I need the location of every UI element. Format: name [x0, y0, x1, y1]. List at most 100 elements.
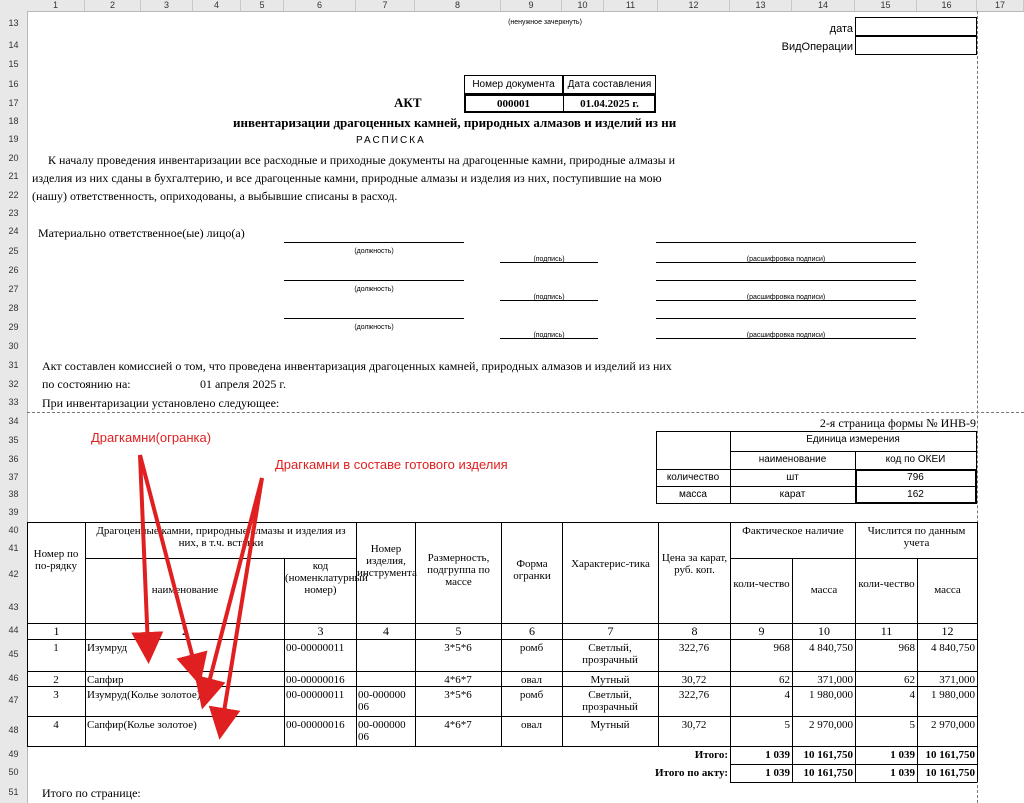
table-cell-name[interactable]: Изумруд: [87, 642, 282, 671]
table-cell-char[interactable]: Светлый, прозрачный: [564, 642, 656, 671]
act-total-label[interactable]: Итого по акту:: [560, 767, 728, 780]
column-header-cell[interactable]: 15: [855, 0, 917, 11]
col-header-name[interactable]: наименование: [86, 584, 284, 598]
column-header-cell[interactable]: 5: [241, 0, 284, 11]
row-header-cell[interactable]: 44: [0, 625, 27, 635]
row-header-cell[interactable]: 40: [0, 525, 27, 535]
row-header-cell[interactable]: 35: [0, 435, 27, 445]
table-cell-size[interactable]: 3*5*6: [417, 642, 499, 671]
row-header-cell[interactable]: 26: [0, 265, 27, 275]
col-number[interactable]: 12: [918, 625, 977, 638]
table-cell-bm[interactable]: 4 840,750: [919, 642, 975, 671]
row-header-cell[interactable]: 20: [0, 153, 27, 163]
row-header-cell[interactable]: 39: [0, 507, 27, 517]
row-header-cell[interactable]: 29: [0, 322, 27, 332]
table-cell-size[interactable]: 4*6*7: [417, 719, 499, 746]
unit-code-header[interactable]: код по ОКЕИ: [855, 454, 976, 468]
act-total-aq[interactable]: 1 039: [732, 767, 790, 780]
row-header-cell[interactable]: 22: [0, 190, 27, 200]
table-cell-size[interactable]: 4*6*7: [417, 674, 499, 686]
col-number[interactable]: 6: [502, 625, 562, 638]
table-cell-cut[interactable]: овал: [503, 719, 560, 746]
table-cell-code[interactable]: 00-00000011: [286, 689, 354, 716]
doc-date[interactable]: 01.04.2025 г.: [563, 97, 656, 111]
col-header-size[interactable]: Размерность, подгруппа по массе: [416, 552, 501, 598]
row-header-cell[interactable]: 48: [0, 725, 27, 735]
column-header-cell[interactable]: 3: [141, 0, 193, 11]
table-cell-aq[interactable]: 62: [732, 674, 790, 686]
table-cell-price[interactable]: 322,76: [660, 689, 728, 716]
table-cell-am[interactable]: 371,000: [794, 674, 853, 686]
row-header-cell[interactable]: 41: [0, 543, 27, 553]
column-header-cell[interactable]: 10: [562, 0, 604, 11]
col-header-book[interactable]: Числится по данным учета: [856, 525, 977, 555]
table-cell-bq[interactable]: 968: [857, 642, 916, 671]
doc-number[interactable]: 000001: [464, 97, 563, 111]
table-cell-item[interactable]: 00-000000 06: [358, 719, 413, 746]
row-header-cell[interactable]: 19: [0, 134, 27, 144]
table-cell-char[interactable]: Светлый, прозрачный: [564, 689, 656, 716]
table-cell-item[interactable]: [358, 642, 413, 671]
col-number[interactable]: 1: [28, 625, 85, 638]
table-cell-bm[interactable]: 371,000: [919, 674, 975, 686]
row-header-cell[interactable]: 32: [0, 379, 27, 389]
row-header-cell[interactable]: 30: [0, 341, 27, 351]
col-header-price[interactable]: Цена за карат, руб. коп.: [659, 552, 730, 598]
row-header-cell[interactable]: 31: [0, 360, 27, 370]
total-aq[interactable]: 1 039: [732, 749, 790, 762]
row-header-cell[interactable]: 51: [0, 787, 27, 797]
col-number[interactable]: 9: [731, 625, 792, 638]
table-cell-name[interactable]: Сапфир: [87, 674, 282, 686]
col-number[interactable]: 10: [793, 625, 855, 638]
row-header-cell[interactable]: 18: [0, 116, 27, 126]
unit-row-name[interactable]: карат: [730, 489, 855, 503]
col-header-book-mass[interactable]: масса: [918, 584, 977, 598]
row-header-cell[interactable]: 33: [0, 397, 27, 407]
row-header-cell[interactable]: 23: [0, 208, 27, 218]
table-cell-aq[interactable]: 5: [732, 719, 791, 746]
table-cell-am[interactable]: 2 970,000: [794, 719, 853, 746]
row-header-cell[interactable]: 36: [0, 454, 27, 464]
table-cell-n[interactable]: 1: [29, 642, 83, 671]
column-header-cell[interactable]: 2: [85, 0, 141, 11]
column-header-cell[interactable]: 14: [792, 0, 855, 11]
table-cell-bm[interactable]: 1 980,000: [919, 689, 975, 716]
row-header-cell[interactable]: 42: [0, 569, 27, 579]
table-cell-price[interactable]: 30,72: [660, 674, 728, 686]
table-cell-code[interactable]: 00-00000011: [286, 642, 354, 671]
column-header-cell[interactable]: 1: [27, 0, 85, 11]
column-header-cell[interactable]: 16: [917, 0, 977, 11]
table-cell-am[interactable]: 1 980,000: [794, 689, 853, 716]
table-cell-cut[interactable]: овал: [503, 674, 560, 686]
column-header-cell[interactable]: 4: [193, 0, 241, 11]
total-bq[interactable]: 1 039: [857, 749, 915, 762]
table-cell-cut[interactable]: ромб: [503, 689, 560, 716]
row-header-cell[interactable]: 21: [0, 171, 27, 181]
table-cell-cut[interactable]: ромб: [503, 642, 560, 671]
table-cell-char[interactable]: Мутный: [564, 674, 656, 686]
table-cell-n[interactable]: 2: [29, 674, 83, 686]
col-header-book-qty[interactable]: коли-чество: [856, 578, 917, 608]
row-header-cell[interactable]: 16: [0, 79, 27, 89]
row-header-cell[interactable]: 47: [0, 695, 27, 705]
table-cell-item[interactable]: [358, 674, 413, 686]
unit-row-label[interactable]: количество: [656, 472, 730, 486]
row-header-cell[interactable]: 46: [0, 673, 27, 683]
col-header-item-number[interactable]: Номер изделия, инструмента: [357, 543, 417, 605]
table-cell-n[interactable]: 4: [29, 719, 83, 746]
unit-row-label[interactable]: масса: [656, 489, 730, 503]
col-header-char[interactable]: Характерис-тика: [563, 558, 658, 588]
row-header-cell[interactable]: 15: [0, 59, 27, 69]
row-header-cell[interactable]: 14: [0, 40, 27, 50]
row-header-cell[interactable]: 24: [0, 226, 27, 236]
col-header-actual-mass[interactable]: масса: [793, 584, 855, 598]
column-header-cell[interactable]: 13: [730, 0, 792, 11]
column-header-cell[interactable]: 8: [415, 0, 501, 11]
act-total-bm[interactable]: 10 161,750: [919, 767, 976, 780]
row-header-cell[interactable]: 13: [0, 18, 27, 28]
row-header-cell[interactable]: 38: [0, 489, 27, 499]
row-header-cell[interactable]: 17: [0, 98, 27, 108]
unit-name-header[interactable]: наименование: [730, 454, 855, 468]
act-total-bq[interactable]: 1 039: [857, 767, 915, 780]
column-header-cell[interactable]: 7: [356, 0, 415, 11]
